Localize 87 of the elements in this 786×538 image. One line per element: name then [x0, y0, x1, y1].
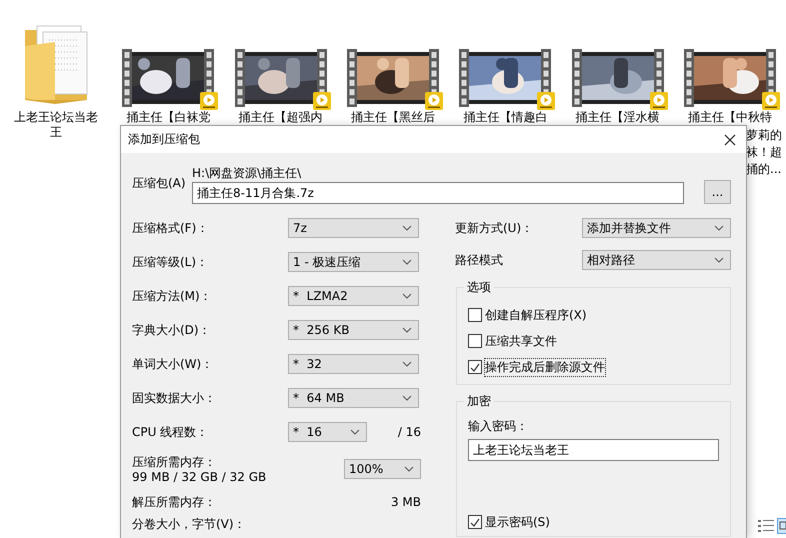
player-badge-icon — [537, 92, 556, 110]
field-label: 压缩等级(L)： — [132, 254, 210, 270]
dropdown[interactable]: * 16 — [288, 422, 367, 442]
dropdown[interactable]: 7z — [288, 218, 419, 238]
chevron-down-icon — [402, 225, 412, 231]
checkbox[interactable] — [468, 334, 482, 348]
chevron-down-icon — [402, 327, 412, 333]
file-name[interactable]: 上老王论坛当老王 — [11, 110, 102, 140]
field-label: 路径模式 — [455, 252, 504, 268]
memory-figure: 99 MB / 32 GB / 32 GB — [132, 470, 268, 485]
player-badge-icon — [424, 92, 443, 110]
field-label: 解压所需内存： — [132, 494, 217, 510]
dropdown-value: 相对路径 — [587, 252, 635, 268]
field-label: 压缩所需内存： — [132, 455, 217, 470]
dropdown-value: 7z — [293, 221, 307, 235]
film-sprocket-icon — [122, 49, 132, 107]
field-label: 输入密码： — [468, 418, 529, 435]
memory-figure: 3 MB — [390, 495, 421, 509]
details-view-icon[interactable] — [758, 519, 774, 533]
chevron-down-icon — [402, 361, 412, 367]
close-icon[interactable] — [724, 134, 736, 146]
dropdown-value: * 32 — [293, 357, 322, 371]
chevron-down-icon — [714, 225, 724, 231]
dropdown[interactable]: 1 - 极速压缩 — [288, 252, 419, 272]
field-label: 字典大小(D)： — [132, 322, 212, 338]
dropdown[interactable]: * 32 — [288, 354, 419, 374]
chevron-down-icon — [404, 466, 414, 472]
checkbox-label[interactable]: 创建自解压程序(X) — [484, 306, 588, 324]
dropdown[interactable]: 100% — [344, 459, 421, 479]
chevron-down-icon — [402, 395, 412, 401]
thread-total: / 16 — [398, 425, 421, 439]
file-name-line: 袜！超 — [746, 144, 782, 161]
player-badge-icon — [200, 92, 218, 110]
dropdown[interactable]: * 64 MB — [288, 388, 419, 408]
checkbox[interactable] — [468, 515, 482, 529]
dropdown-value: 1 - 极速压缩 — [293, 254, 361, 270]
dropdown-value: * 256 KB — [293, 323, 350, 337]
file-name[interactable]: 捅主任【超强内 — [228, 110, 334, 125]
checkbox[interactable] — [468, 360, 482, 374]
dropdown-value: 100% — [349, 462, 384, 476]
chevron-down-icon — [714, 257, 724, 263]
field-label: 压缩包(A) — [132, 175, 187, 192]
group-title: 加密 — [466, 393, 492, 410]
field-label: 分卷大小，字节(V)： — [132, 517, 247, 531]
file-name-field[interactable]: 捅主任8-11月合集.7z — [192, 182, 684, 204]
film-sprocket-icon — [459, 49, 470, 107]
player-badge-icon — [650, 92, 668, 110]
dropdown-value: * LZMA2 — [293, 289, 348, 303]
browse-button[interactable]: ... — [704, 180, 731, 204]
chevron-down-icon — [402, 259, 412, 265]
film-sprocket-icon — [234, 49, 245, 107]
file-name[interactable]: 捅主任【淫水横 — [564, 110, 671, 125]
chevron-down-icon — [350, 429, 360, 435]
password-field[interactable]: 上老王论坛当老王 — [468, 439, 719, 461]
checkbox-label[interactable]: 操作完成后删除源文件 — [484, 358, 606, 376]
dialog-title: 添加到压缩包 — [128, 131, 200, 148]
dropdown[interactable]: * LZMA2 — [288, 286, 419, 306]
field-label: 更新方式(U)： — [455, 220, 534, 236]
field-label: 固实数据大小： — [132, 390, 217, 406]
thumbnail-view-icon[interactable] — [777, 518, 786, 534]
dropdown-value: 添加并替换文件 — [587, 220, 671, 236]
file-name-line: 捅的... — [746, 161, 782, 178]
dropdown-value: * 16 — [293, 425, 322, 439]
dropdown[interactable]: * 256 KB — [288, 320, 419, 340]
file-name-line: 萝莉的 — [746, 127, 782, 144]
player-badge-icon — [762, 92, 780, 110]
file-name[interactable]: 捅主任【黑丝后 — [340, 110, 446, 125]
file-name[interactable]: 捅主任【中秋特 — [676, 110, 783, 125]
file-name[interactable]: 捅主任【白袜党 — [115, 110, 222, 125]
dropdown-value: * 64 MB — [293, 391, 344, 405]
checkbox[interactable] — [468, 308, 482, 322]
file-name[interactable]: 捅主任【情趣白 — [452, 110, 558, 125]
film-sprocket-icon — [572, 49, 582, 107]
chevron-down-icon — [402, 293, 412, 299]
dropdown[interactable]: 添加并替换文件 — [582, 218, 731, 238]
checkbox-label[interactable]: 压缩共享文件 — [484, 332, 558, 350]
field-label: CPU 线程数： — [132, 424, 210, 440]
group-title: 选项 — [466, 279, 492, 296]
player-badge-icon — [312, 92, 331, 110]
field-label: 压缩方法(M)： — [132, 288, 213, 304]
film-sprocket-icon — [346, 49, 357, 107]
film-sprocket-icon — [684, 49, 694, 107]
folder-path: H:\网盘资源\捅主任\ — [192, 166, 302, 182]
field-label: 单词大小(W)： — [132, 356, 214, 372]
dropdown[interactable]: 相对路径 — [582, 250, 731, 270]
field-label: 压缩格式(F)： — [132, 220, 210, 236]
checkbox-label[interactable]: 显示密码(S) — [484, 512, 551, 532]
